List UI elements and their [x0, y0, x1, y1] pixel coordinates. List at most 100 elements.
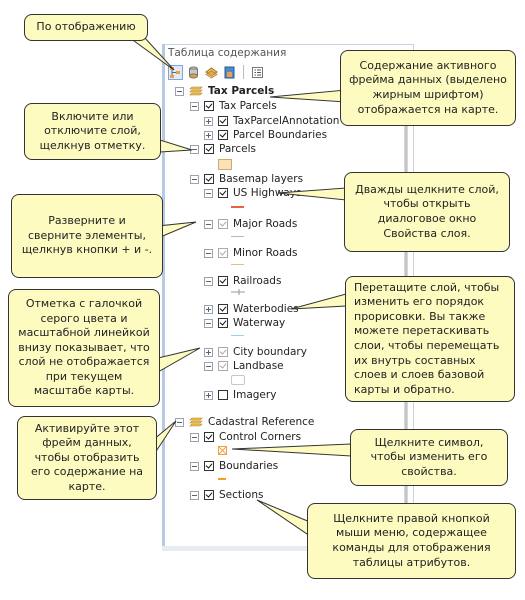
- layer-tax-parcels-group[interactable]: Tax Parcels: [190, 99, 277, 113]
- layer-name: Tax Parcels: [208, 85, 275, 97]
- callout-text: Щелкните символ, чтобы изменить его свой…: [370, 435, 488, 478]
- visibility-checkbox[interactable]: [204, 490, 214, 500]
- list-by-drawing-order-button[interactable]: [168, 64, 183, 80]
- minor-roads-line-symbol[interactable]: [231, 264, 244, 265]
- callout-by-drawing-order: По отображению: [24, 14, 148, 41]
- layer-name: US Highways: [233, 187, 302, 199]
- callout-layer-properties: Дважды щелкните слой, чтобы открыть диал…: [344, 172, 510, 252]
- collapse-button[interactable]: [204, 361, 213, 371]
- layer-city-boundary[interactable]: City boundary: [204, 345, 307, 359]
- layer-name: Parcels: [219, 143, 257, 155]
- visibility-checkbox[interactable]: [204, 144, 214, 154]
- landbase-fill-symbol[interactable]: [231, 375, 245, 385]
- panel-title: Таблица содержания: [168, 47, 287, 59]
- expand-button[interactable]: [204, 130, 213, 140]
- layer-name: Waterbodies: [233, 303, 299, 315]
- layer-sections[interactable]: Sections: [190, 488, 263, 502]
- collapse-button[interactable]: [204, 188, 213, 198]
- toc-toolbar: [168, 63, 265, 81]
- visibility-checkbox-out-of-scale[interactable]: [218, 347, 228, 357]
- callout-text: По отображению: [36, 20, 136, 34]
- visibility-checkbox[interactable]: [204, 432, 214, 442]
- layer-waterway[interactable]: Waterway: [204, 316, 285, 330]
- data-frame-icon: [189, 417, 203, 427]
- layer-imagery[interactable]: Imagery: [204, 388, 276, 402]
- expand-button[interactable]: [204, 390, 213, 400]
- waterway-line-symbol[interactable]: [231, 335, 244, 336]
- layer-tax-parcel-annotation[interactable]: TaxParcelAnnotation: [204, 114, 339, 128]
- collapse-button[interactable]: [204, 219, 213, 229]
- collapse-button[interactable]: [204, 318, 213, 328]
- boundaries-line-symbol[interactable]: [218, 478, 226, 480]
- visibility-checkbox[interactable]: [218, 304, 228, 314]
- layer-landbase[interactable]: Landbase: [204, 359, 284, 373]
- data-frame-tax-parcels[interactable]: Tax Parcels: [175, 84, 274, 98]
- collapse-button[interactable]: [190, 144, 199, 154]
- major-roads-line-symbol[interactable]: [231, 236, 244, 237]
- visibility-checkbox[interactable]: [218, 130, 228, 140]
- expand-button[interactable]: [204, 304, 213, 314]
- collapse-button[interactable]: [204, 248, 213, 258]
- layer-us-highways[interactable]: US Highways: [204, 186, 302, 200]
- collapse-button[interactable]: [175, 86, 184, 96]
- list-by-visibility-button[interactable]: [204, 65, 219, 80]
- layer-name: Imagery: [233, 389, 277, 401]
- callout-activate-frame: Активируйте этот фрейм данных, чтобы ото…: [17, 416, 157, 500]
- callout-drag-layer: Перетащите слой, чтобы изменить его поря…: [345, 276, 515, 402]
- layer-name: Cadastral Reference: [208, 416, 315, 428]
- expand-button[interactable]: [204, 116, 213, 126]
- list-by-selection-button[interactable]: [222, 65, 237, 80]
- visibility-checkbox[interactable]: [204, 174, 214, 184]
- parcels-fill-symbol[interactable]: [218, 159, 232, 170]
- visibility-checkbox-out-of-scale[interactable]: [218, 219, 228, 229]
- visibility-checkbox[interactable]: [204, 101, 214, 111]
- collapse-button[interactable]: [190, 490, 199, 500]
- panel-edge: [162, 44, 165, 550]
- layer-name: Basemap layers: [219, 173, 304, 185]
- layer-name: Landbase: [233, 360, 284, 372]
- callout-click-symbol: Щелкните символ, чтобы изменить его свой…: [350, 429, 508, 486]
- expand-button[interactable]: [204, 347, 213, 357]
- visibility-checkbox[interactable]: [218, 276, 228, 286]
- list-by-visibility-icon: [205, 66, 218, 79]
- visibility-checkbox[interactable]: [204, 461, 214, 471]
- callout-text: Включите или отключите слой, щелкнув отм…: [39, 109, 146, 152]
- visibility-checkbox[interactable]: [218, 188, 228, 198]
- list-by-source-icon: [189, 66, 198, 78]
- visibility-checkbox[interactable]: [218, 390, 228, 400]
- visibility-checkbox-out-of-scale[interactable]: [218, 248, 228, 258]
- layer-name: Waterway: [233, 317, 286, 329]
- collapse-button[interactable]: [190, 432, 199, 442]
- layer-control-corners[interactable]: Control Corners: [190, 430, 301, 444]
- visibility-checkbox-out-of-scale[interactable]: [218, 361, 228, 371]
- visibility-checkbox[interactable]: [218, 318, 228, 328]
- list-by-selection-icon: [224, 66, 235, 78]
- layer-name: Minor Roads: [233, 247, 298, 259]
- us-highways-line-symbol[interactable]: [231, 206, 244, 208]
- layer-parcels[interactable]: Parcels: [190, 142, 256, 156]
- data-frame-icon: [189, 86, 203, 96]
- callout-text: Отметка с галочкой серого цвета и масшта…: [18, 297, 150, 398]
- collapse-button[interactable]: [190, 461, 199, 471]
- layer-major-roads[interactable]: Major Roads: [204, 217, 297, 231]
- data-frame-cadastral-reference[interactable]: Cadastral Reference: [175, 415, 314, 429]
- callout-text: Перетащите слой, чтобы изменить его поря…: [354, 280, 500, 396]
- callout-expand-collapse: Разверните и сверните элементы, щелкнув …: [11, 194, 163, 278]
- list-by-source-button[interactable]: [186, 65, 201, 80]
- collapse-button[interactable]: [175, 417, 184, 427]
- layer-minor-roads[interactable]: Minor Roads: [204, 246, 298, 260]
- callout-active-frame: Содержание активного фрейма данных (выде…: [340, 50, 516, 126]
- layer-waterbodies[interactable]: Waterbodies: [204, 302, 299, 316]
- layer-basemap-layers[interactable]: Basemap layers: [190, 172, 303, 186]
- control-corners-marker-symbol[interactable]: [218, 446, 227, 455]
- layer-railroads[interactable]: Railroads: [204, 274, 281, 288]
- visibility-checkbox[interactable]: [218, 116, 228, 126]
- collapse-button[interactable]: [204, 276, 213, 286]
- layer-boundaries[interactable]: Boundaries: [190, 459, 278, 473]
- layer-parcel-boundaries[interactable]: Parcel Boundaries: [204, 128, 327, 142]
- railroads-line-symbol[interactable]: [231, 289, 245, 295]
- collapse-button[interactable]: [190, 174, 199, 184]
- collapse-button[interactable]: [190, 101, 199, 111]
- options-button[interactable]: [250, 65, 265, 80]
- callout-text: Активируйте этот фрейм данных, чтобы ото…: [30, 421, 144, 493]
